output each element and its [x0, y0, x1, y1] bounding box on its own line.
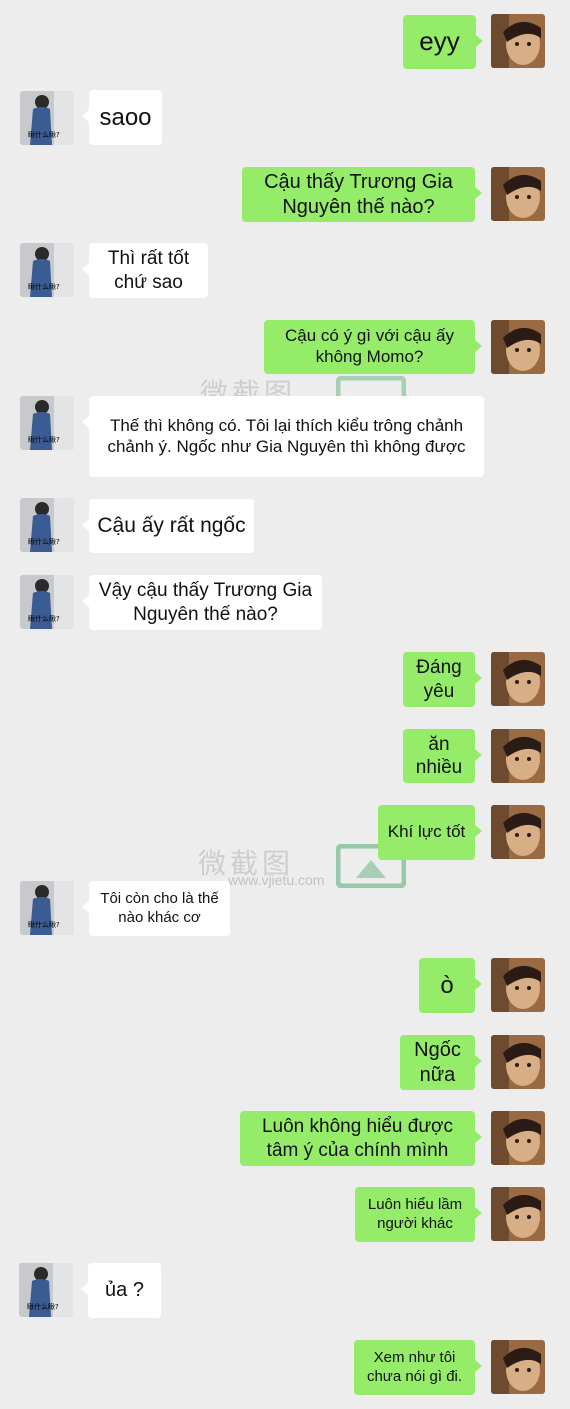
message-bubble[interactable]: Ngốc nữa [400, 1035, 482, 1090]
message-bubble[interactable]: Cậu có ý gì với cậu ấy không Momo? [264, 320, 482, 374]
message-text: Vậy cậu thấy Trương Gia Nguyên thế nào? [98, 580, 313, 625]
message-bubble[interactable]: Thì rất tốt chứ sao [82, 243, 208, 298]
avatar[interactable] [491, 167, 545, 221]
avatar[interactable] [491, 805, 545, 859]
message-bubble[interactable]: Cậu thấy Trương Gia Nguyên thế nào? [242, 167, 482, 222]
avatar[interactable]: 瞅什么瞅? [19, 1263, 73, 1317]
message-text: Ngốc nữa [414, 1039, 461, 1086]
message-text: Luôn hiểu lầm người khác [367, 1196, 463, 1232]
avatar[interactable] [491, 1340, 545, 1394]
message-text: Xem như tôi chưa nói gì đi. [366, 1349, 463, 1385]
message-bubble[interactable]: Khí lực tốt [378, 805, 482, 860]
message-bubble[interactable]: Xem như tôi chưa nói gì đi. [354, 1340, 482, 1395]
message-text: eyy [419, 26, 460, 57]
message-bubble[interactable]: Vậy cậu thấy Trương Gia Nguyên thế nào? [82, 575, 322, 630]
svg-text:瞅什么瞅?: 瞅什么瞅? [28, 130, 60, 139]
avatar[interactable]: 瞅什么瞅? [20, 396, 74, 450]
message-bubble[interactable]: ăn nhiều [403, 729, 482, 783]
message-text: ăn nhiều [415, 733, 463, 778]
message-text: saoo [99, 103, 152, 131]
avatar[interactable] [491, 1187, 545, 1241]
avatar[interactable] [491, 14, 545, 68]
watermark-url: www.vjietu.com [228, 872, 325, 888]
message-bubble[interactable]: saoo [82, 90, 162, 145]
message-text: Thì rất tốt chứ sao [107, 248, 190, 293]
message-text: ủa ? [105, 1279, 144, 1302]
message-bubble[interactable]: Luôn hiểu lầm người khác [355, 1187, 482, 1242]
svg-text:瞅什么瞅?: 瞅什么瞅? [27, 1302, 59, 1311]
avatar[interactable]: 瞅什么瞅? [20, 243, 74, 297]
avatar[interactable] [491, 729, 545, 783]
avatar[interactable]: 瞅什么瞅? [20, 881, 74, 935]
svg-text:瞅什么瞅?: 瞅什么瞅? [28, 537, 60, 546]
chat-screen: 微截图 微截图 www.vjietu.com eyy 瞅什么瞅? saoo Cậ… [0, 0, 570, 1409]
avatar[interactable]: 瞅什么瞅? [20, 575, 74, 629]
message-bubble[interactable]: Luôn không hiểu được tâm ý của chính mìn… [240, 1111, 482, 1166]
message-text: Cậu ấy rất ngốc [97, 514, 246, 538]
message-text: Đáng yêu [416, 657, 462, 702]
avatar[interactable]: 瞅什么瞅? [20, 91, 74, 145]
avatar[interactable] [491, 1035, 545, 1089]
avatar[interactable]: 瞅什么瞅? [20, 498, 74, 552]
message-text: Khí lực tốt [387, 822, 466, 842]
message-text: Thế thì không có. Tôi lại thích kiểu trô… [107, 415, 466, 456]
svg-text:瞅什么瞅?: 瞅什么瞅? [28, 435, 60, 444]
message-text: Cậu thấy Trương Gia Nguyên thế nào? [264, 171, 453, 218]
avatar[interactable] [491, 320, 545, 374]
message-bubble[interactable]: Tôi còn cho là thế nào khác cơ [82, 881, 230, 936]
message-text: Cậu có ý gì với cậu ấy không Momo? [285, 326, 454, 366]
avatar[interactable] [491, 958, 545, 1012]
message-bubble[interactable]: Đáng yêu [403, 652, 482, 707]
avatar[interactable] [491, 652, 545, 706]
message-bubble[interactable]: ủa ? [81, 1263, 161, 1318]
svg-text:瞅什么瞅?: 瞅什么瞅? [28, 282, 60, 291]
message-text: Luôn không hiểu được tâm ý của chính mìn… [261, 1116, 454, 1161]
message-text: ò [440, 971, 454, 999]
message-text: Tôi còn cho là thế nào khác cơ [100, 890, 219, 926]
message-bubble[interactable]: ò [419, 958, 482, 1013]
message-bubble[interactable]: Thế thì không có. Tôi lại thích kiểu trô… [82, 396, 484, 477]
message-bubble[interactable]: Cậu ấy rất ngốc [82, 499, 254, 553]
message-bubble[interactable]: eyy [403, 15, 483, 69]
avatar[interactable] [491, 1111, 545, 1165]
svg-text:瞅什么瞅?: 瞅什么瞅? [28, 614, 60, 623]
svg-text:瞅什么瞅?: 瞅什么瞅? [28, 920, 60, 929]
